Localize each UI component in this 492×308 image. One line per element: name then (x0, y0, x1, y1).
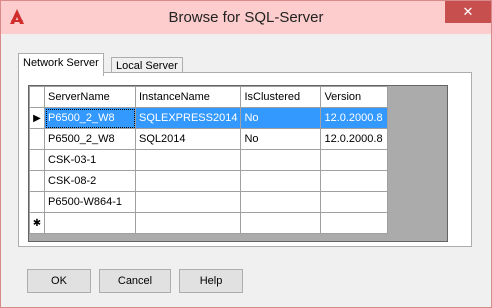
table-row[interactable]: P6500-W864-1 (29, 191, 389, 213)
cell-isclustered[interactable] (240, 149, 322, 171)
cell-servername[interactable]: P6500_2_W8 (44, 107, 136, 129)
row-header[interactable] (29, 191, 45, 213)
cell-version[interactable]: 12.0.2000.8 (320, 128, 389, 150)
table-row[interactable]: ▶ P6500_2_W8 SQLEXPRESS2014 No 12.0.2000… (29, 107, 389, 129)
cell-instancename[interactable] (134, 149, 242, 171)
cell-version[interactable]: 12.0.2000.8 (320, 107, 389, 129)
cell-instancename[interactable]: SQLEXPRESS2014 (134, 107, 242, 129)
cell-version[interactable] (320, 191, 389, 213)
ok-button[interactable]: OK (27, 269, 91, 293)
help-button[interactable]: Help (179, 269, 243, 293)
cell-servername[interactable] (44, 212, 136, 234)
table-row[interactable]: CSK-08-2 (29, 170, 389, 192)
cell-isclustered[interactable] (240, 191, 322, 213)
column-header-instancename[interactable]: InstanceName (134, 86, 242, 108)
cell-servername[interactable]: CSK-08-2 (44, 170, 136, 192)
table-row[interactable]: CSK-03-1 (29, 149, 389, 171)
cell-isclustered[interactable]: No (240, 107, 322, 129)
column-header-servername[interactable]: ServerName (44, 86, 136, 108)
cell-version[interactable] (320, 170, 389, 192)
row-header-corner (29, 86, 45, 108)
row-header[interactable] (29, 128, 45, 150)
browse-dialog: Browse for SQL-Server ✕ Network Server L… (0, 0, 492, 308)
title-bar[interactable]: Browse for SQL-Server ✕ (1, 1, 491, 34)
current-row-indicator-icon: ▶ (29, 107, 45, 129)
grid-header-row: ServerName InstanceName IsClustered Vers… (29, 86, 389, 108)
row-header[interactable] (29, 149, 45, 171)
row-header[interactable] (29, 170, 45, 192)
cell-servername[interactable]: P6500_2_W8 (44, 128, 136, 150)
cell-servername[interactable]: CSK-03-1 (44, 149, 136, 171)
close-button[interactable]: ✕ (445, 1, 491, 23)
cell-instancename[interactable] (134, 191, 242, 213)
cell-instancename[interactable] (134, 212, 242, 234)
cell-servername[interactable]: P6500-W864-1 (44, 191, 136, 213)
column-header-version[interactable]: Version (320, 86, 389, 108)
cell-version[interactable] (320, 149, 389, 171)
cell-isclustered[interactable] (240, 170, 322, 192)
cell-version[interactable] (320, 212, 389, 234)
server-grid[interactable]: ServerName InstanceName IsClustered Vers… (28, 85, 448, 242)
cell-isclustered[interactable] (240, 212, 322, 234)
window-title: Browse for SQL-Server (168, 9, 324, 26)
new-row-asterisk-icon: ✱ (29, 212, 45, 234)
column-header-isclustered[interactable]: IsClustered (240, 86, 322, 108)
new-row[interactable]: ✱ (29, 212, 389, 234)
cancel-button[interactable]: Cancel (99, 269, 171, 293)
tab-network-server[interactable]: Network Server (18, 53, 104, 76)
cell-instancename[interactable] (134, 170, 242, 192)
cell-isclustered[interactable]: No (240, 128, 322, 150)
cell-instancename[interactable]: SQL2014 (134, 128, 242, 150)
table-row[interactable]: P6500_2_W8 SQL2014 No 12.0.2000.8 (29, 128, 389, 150)
